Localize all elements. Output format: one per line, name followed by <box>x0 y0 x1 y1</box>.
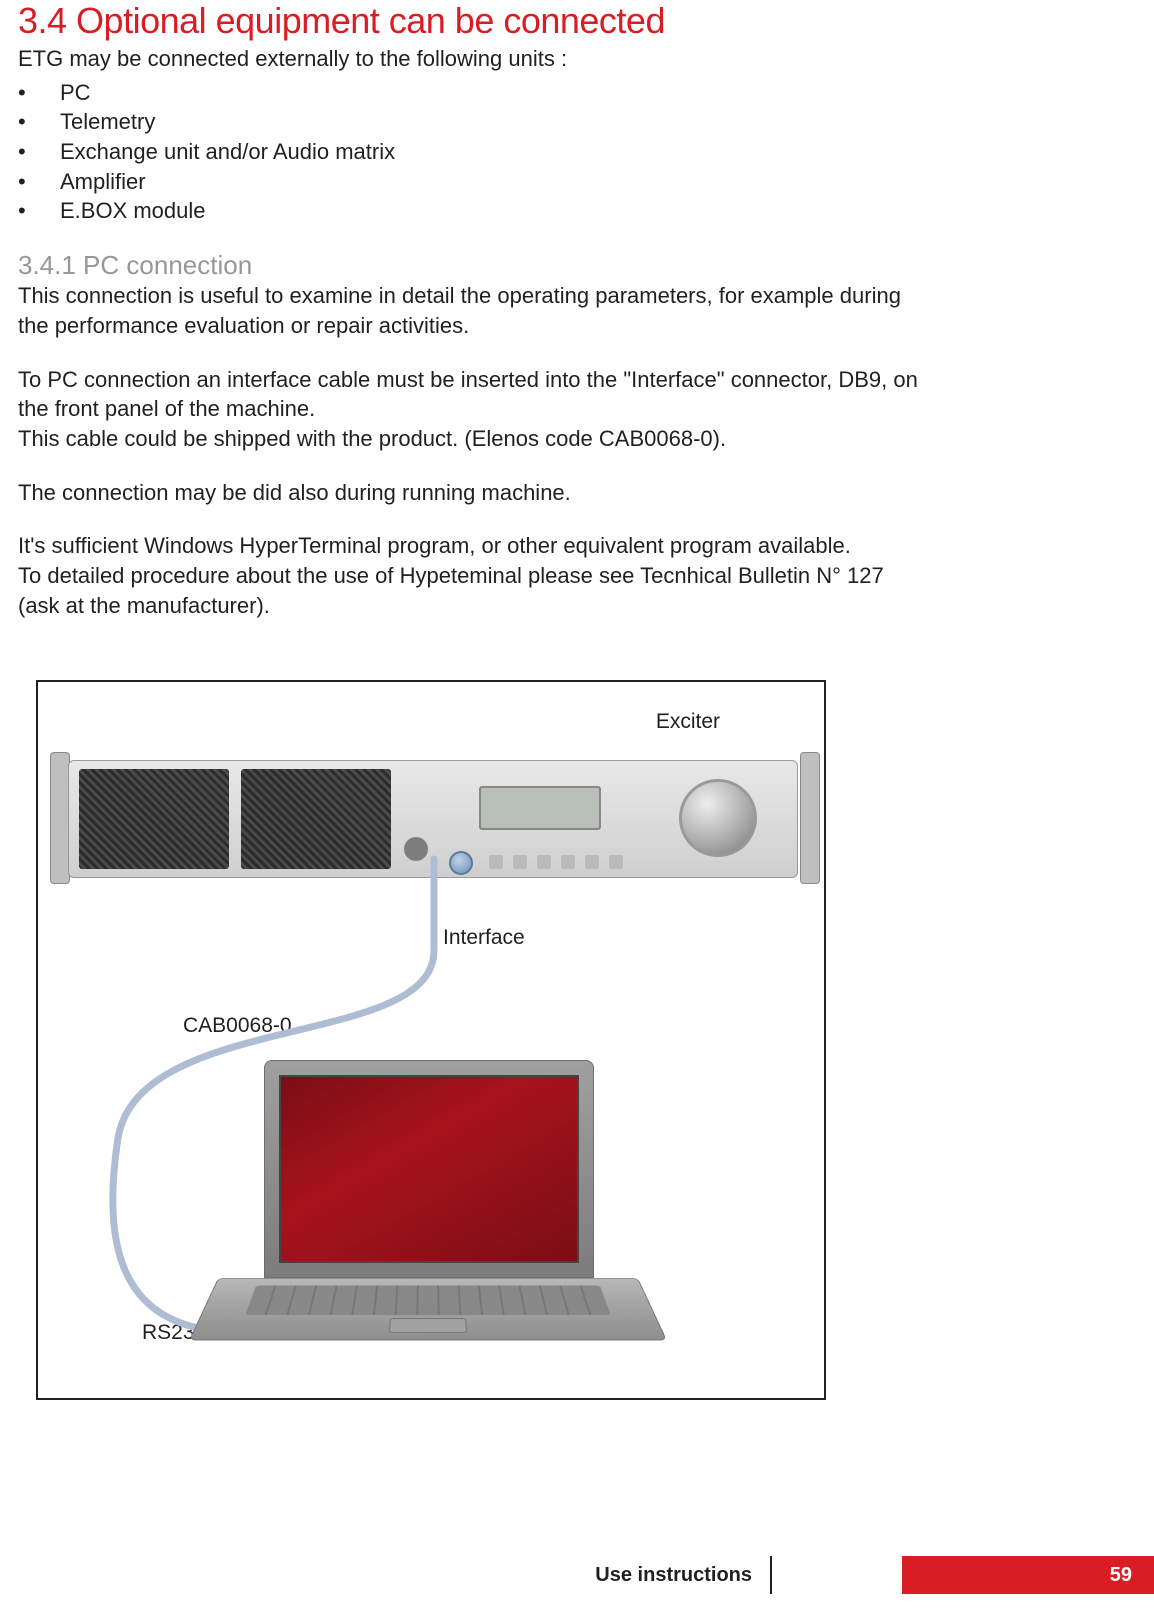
figure-label-cable: CAB0068-0 <box>183 1014 292 1038</box>
body-paragraph: This cable could be shipped with the pro… <box>18 424 918 454</box>
page-footer: Use instructions 59 <box>0 1556 1154 1594</box>
exciter-device-illustration <box>50 742 820 897</box>
body-paragraph: To PC connection an interface cable must… <box>18 365 918 424</box>
laptop-illustration <box>218 1060 638 1380</box>
bullet-item: E.BOX module <box>60 198 206 223</box>
interface-port-icon <box>449 851 473 875</box>
page-number: 59 <box>1110 1564 1132 1587</box>
bullet-item: Telemetry <box>60 109 155 134</box>
section-title: 3.4 Optional equipment can be connected <box>18 0 1114 42</box>
body-paragraph: The connection may be did also during ru… <box>18 478 918 508</box>
subsection-title: 3.4.1 PC connection <box>18 250 1114 281</box>
body-paragraph: This connection is useful to examine in … <box>18 281 918 340</box>
figure-connection-diagram: Exciter Interface CAB0068-0 RS232 <box>36 680 826 1400</box>
figure-label-interface: Interface <box>443 926 525 950</box>
bullet-item: PC <box>60 80 91 105</box>
body-paragraph: To detailed procedure about the use of H… <box>18 561 918 620</box>
bullet-list: •PC •Telemetry •Exchange unit and/or Aud… <box>18 78 1114 226</box>
bullet-item: Exchange unit and/or Audio matrix <box>60 139 395 164</box>
bullet-item: Amplifier <box>60 169 146 194</box>
section-intro: ETG may be connected externally to the f… <box>18 44 1114 74</box>
figure-label-exciter: Exciter <box>656 710 720 734</box>
footer-section-label: Use instructions <box>595 1564 770 1587</box>
body-paragraph: It's sufficient Windows HyperTerminal pr… <box>18 531 918 561</box>
